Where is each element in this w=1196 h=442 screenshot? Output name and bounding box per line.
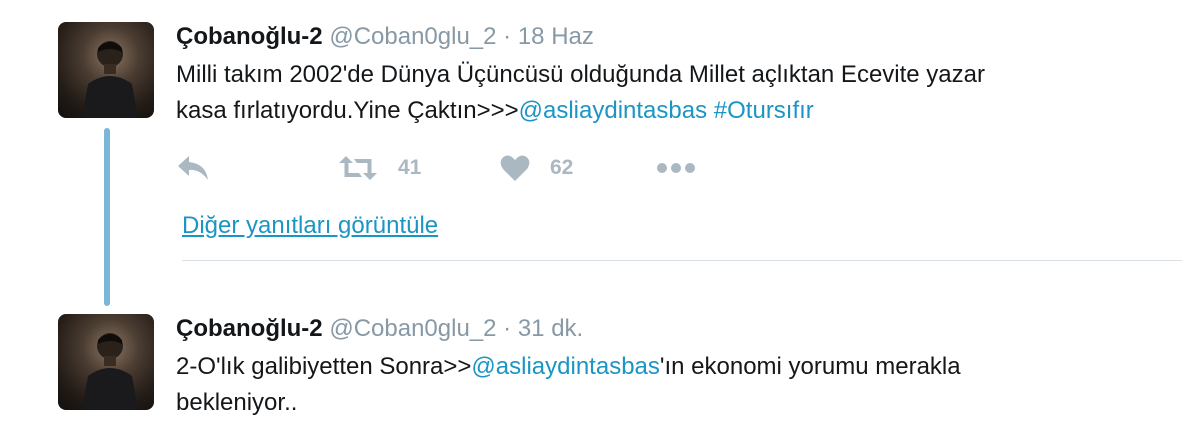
timestamp[interactable]: 18 Haz — [518, 23, 594, 50]
tweet-header: Çobanoğlu-2 @Coban0glu_2 · 18 Haz — [176, 22, 594, 52]
thread-line — [104, 128, 110, 306]
view-more-replies-link[interactable]: Diğer yanıtları görüntüle — [182, 211, 438, 241]
retweet-count: 41 — [398, 156, 422, 179]
reply-button[interactable] — [176, 150, 210, 186]
like-count: 62 — [550, 156, 574, 179]
tweet-text-segment: 'ın ekonomi yorumu merakla — [659, 353, 961, 380]
avatar[interactable] — [58, 314, 154, 410]
display-name[interactable]: Çobanoğlu-2 — [176, 315, 323, 342]
user-handle[interactable]: @Coban0glu_2 — [329, 315, 496, 342]
display-name[interactable]: Çobanoğlu-2 — [176, 23, 323, 50]
avatar[interactable] — [58, 22, 154, 118]
mention-link[interactable]: @asliaydintasbas — [471, 353, 659, 380]
user-handle[interactable]: @Coban0glu_2 — [329, 23, 496, 50]
heart-icon — [500, 155, 530, 181]
retweet-icon — [339, 156, 377, 180]
tweet-header: Çobanoğlu-2 @Coban0glu_2 · 31 dk. — [176, 314, 583, 344]
like-button[interactable]: 62 — [500, 150, 573, 186]
avatar-photo — [82, 333, 138, 410]
mention-link[interactable]: @asliaydintasbas — [519, 97, 707, 124]
tweet-actions: 41 62 — [176, 150, 736, 186]
tweet-text: 2-O'lık galibiyetten Sonra>>@asliaydinta… — [176, 349, 1156, 421]
separator-dot: · — [503, 23, 512, 50]
reply-icon — [178, 156, 208, 180]
text-space — [707, 97, 714, 124]
tweet-text-segment: kasa fırlatıyordu.Yine Çaktın>>> — [176, 97, 519, 124]
tweet-text-segment: 2-O'lık galibiyetten Sonra>> — [176, 353, 472, 380]
more-icon — [657, 163, 695, 173]
divider — [182, 260, 1182, 261]
timestamp[interactable]: 31 dk. — [518, 315, 583, 342]
retweet-button[interactable]: 41 — [338, 150, 421, 186]
tweet-text: Milli takım 2002'de Dünya Üçüncüsü olduğ… — [176, 57, 1156, 129]
tweet-text-line: kasa fırlatıyordu.Yine Çaktın>>>@asliayd… — [176, 93, 1156, 129]
more-button[interactable] — [656, 150, 696, 186]
tweet-text-line: bekleniyor.. — [176, 389, 298, 416]
tweet-text-line: Milli takım 2002'de Dünya Üçüncüsü olduğ… — [176, 61, 985, 88]
tweet-text-line: 2-O'lık galibiyetten Sonra>>@asliaydinta… — [176, 349, 1156, 385]
hashtag-link[interactable]: #Otursıfır — [714, 97, 814, 124]
separator-dot: · — [503, 315, 512, 342]
avatar-photo — [82, 41, 138, 118]
